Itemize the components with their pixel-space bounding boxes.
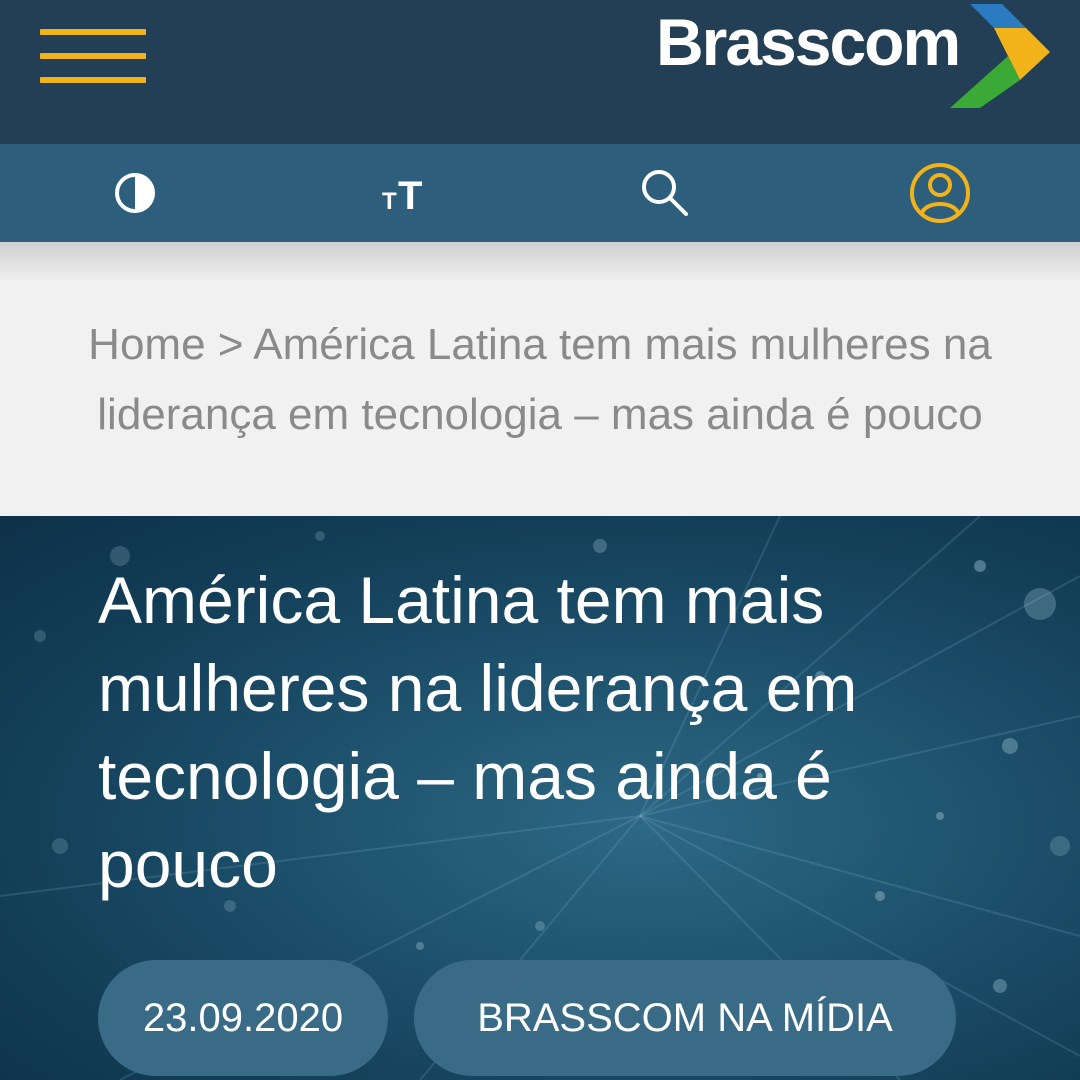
logo-text: Brasscom [656, 5, 961, 79]
font-size-icon: T T [382, 174, 422, 215]
logo-chevron-icon [950, 4, 1050, 108]
menu-bar [40, 77, 146, 83]
breadcrumb-separator: > [217, 320, 244, 369]
contrast-icon [115, 173, 155, 213]
breadcrumb: Home > América Latina tem mais mulheres … [40, 310, 1040, 450]
svg-text:T: T [382, 188, 397, 215]
user-account-button[interactable] [805, 144, 1075, 242]
site-header: Brasscom [0, 0, 1080, 144]
user-account-icon [910, 163, 970, 223]
svg-text:T: T [398, 174, 422, 215]
article-category-button[interactable]: BRASSCOM NA MÍDIA [414, 960, 956, 1076]
article-date-badge: 23.09.2020 [98, 960, 388, 1076]
toolbar-shadow [0, 242, 1080, 282]
search-button[interactable] [530, 144, 800, 242]
brasscom-logo[interactable]: Brasscom [656, 4, 1060, 112]
accessibility-toolbar: T T [0, 144, 1080, 242]
article-hero: América Latina tem mais mulheres na lide… [0, 516, 1080, 1080]
article-title: América Latina tem mais mulheres na lide… [98, 563, 858, 901]
font-size-button[interactable]: T T [270, 144, 540, 242]
menu-bar [40, 53, 146, 59]
menu-bar [40, 29, 146, 35]
contrast-button[interactable] [0, 144, 270, 242]
search-icon [642, 170, 688, 216]
hamburger-menu-icon[interactable] [40, 29, 146, 85]
breadcrumb-home-link[interactable]: Home [88, 320, 205, 369]
